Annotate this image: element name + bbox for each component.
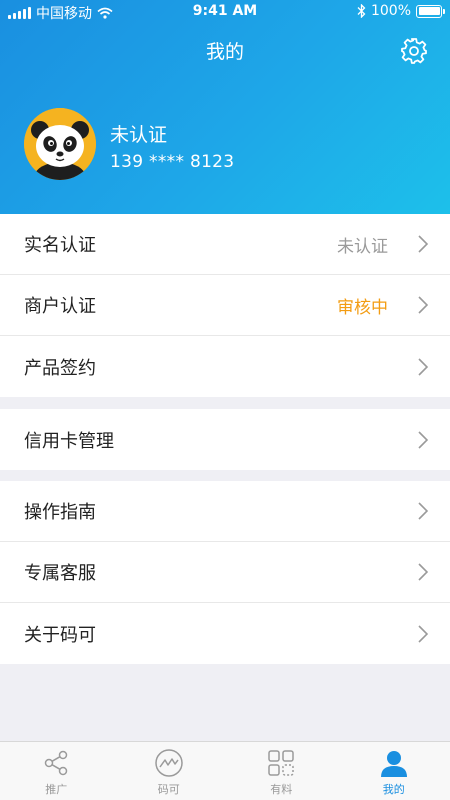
menu-item-credit-card[interactable]: 信用卡管理 [0,409,450,470]
chevron-right-icon [418,563,428,581]
menu-item-label: 信用卡管理 [24,430,114,452]
chevron-right-icon [418,624,428,643]
chevron-right-icon [418,502,428,520]
menu-item-label: 关于码可 [24,624,96,646]
person-icon [380,751,407,777]
avatar[interactable] [24,108,96,180]
menu-item-guide[interactable]: 操作指南 [0,481,450,542]
tab-make[interactable]: 码可 [113,742,226,800]
menu-item-label: 操作指南 [24,502,96,523]
menu-item-merchant[interactable]: 商户认证 审核中 [0,275,450,336]
menu-group-cards: 信用卡管理 [0,409,450,470]
status-bar: 中国移动 9:41 AM 100% [0,0,450,24]
tab-label: 推广 [45,783,68,796]
menu-item-about[interactable]: 关于码可 [0,603,450,664]
chevron-right-icon [418,430,428,449]
tab-label: 码可 [157,783,180,796]
user-name: 未认证 [110,124,168,146]
share-icon [45,750,68,776]
tab-bar: 推广 码可 有料 我的 [0,741,450,800]
logo-icon [155,749,183,777]
gear-icon[interactable] [400,37,428,65]
menu-item-customer-service[interactable]: 专属客服 [0,542,450,603]
tab-label: 我的 [382,783,405,796]
chevron-right-icon [418,357,428,376]
menu-item-label: 产品签约 [24,357,96,379]
chevron-right-icon [418,235,428,253]
page-title: 我的 [205,41,244,63]
tab-label: 有料 [270,783,293,796]
tab-content[interactable]: 有料 [225,742,338,800]
panda-avatar-icon [24,108,96,180]
menu-group-help: 操作指南 专属客服 关于码可 [0,481,450,664]
user-phone: 139 **** 8123 [110,152,235,172]
menu-item-label: 商户认证 [24,296,96,317]
menu-group-certification: 实名认证 未认证 商户认证 审核中 产品签约 [0,214,450,397]
menu-item-label: 专属客服 [24,563,96,584]
grid-icon [268,750,294,776]
status-text: 未认证 [337,236,388,257]
battery-percent: 100% [370,3,411,19]
tab-mine[interactable]: 我的 [338,742,450,800]
bluetooth-icon [357,4,366,18]
profile-header: 中国移动 9:41 AM 100% 我的 未认证 139 **** 8123 [0,0,450,214]
tab-promote[interactable]: 推广 [0,742,113,800]
menu-item-real-name[interactable]: 实名认证 未认证 [0,214,450,275]
menu-item-label: 实名认证 [24,235,96,256]
chevron-right-icon [418,296,428,314]
menu-item-product-contract[interactable]: 产品签约 [0,336,450,397]
battery-icon [416,4,445,18]
status-text: 审核中 [337,297,388,318]
